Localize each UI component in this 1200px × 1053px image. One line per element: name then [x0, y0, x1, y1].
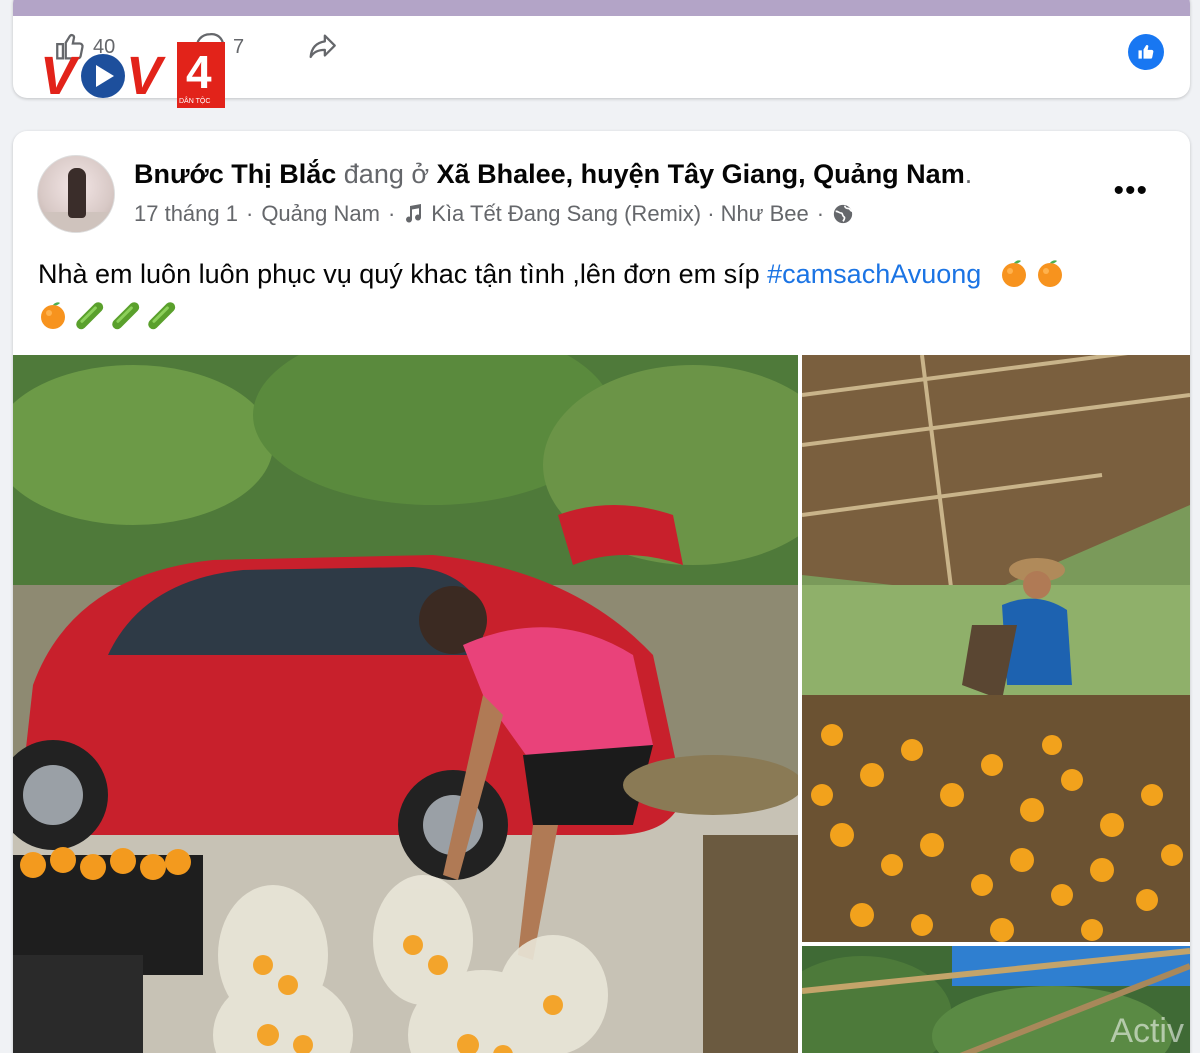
tangerine-icon — [41, 302, 65, 329]
post-photo-2[interactable] — [802, 355, 1190, 942]
comment-count: 7 — [233, 35, 245, 58]
post-header: Bnước Thị Blắc đang ở Xã Bhalee, huyện T… — [134, 159, 973, 189]
check-in-place[interactable]: Xã Bhalee, huyện Tây Giang, Quảng Nam — [437, 159, 965, 189]
author-avatar[interactable] — [37, 155, 115, 233]
like-reaction-badge[interactable] — [1128, 34, 1164, 70]
hashtag-link[interactable]: #camsachAvuong — [767, 259, 981, 289]
post-music[interactable]: Kìa Tết Đang Sang (Remix) · Như Bee — [431, 201, 808, 227]
cucumber-icon — [112, 302, 140, 330]
post-meta: 17 tháng 1 · Quảng Nam · Kìa Tết Đang Sa… — [134, 201, 854, 227]
previous-post-media-strip — [13, 0, 1190, 16]
thumb-up-icon — [1138, 44, 1154, 59]
post-date[interactable]: 17 tháng 1 — [134, 201, 238, 227]
globe-icon[interactable] — [832, 203, 854, 225]
svg-text:DÂN TỘC: DÂN TỘC — [179, 96, 210, 105]
svg-text:V: V — [126, 46, 166, 106]
post-body: Nhà em luôn luôn phục vụ quý khac tận tì… — [38, 259, 768, 289]
music-note-icon — [406, 204, 422, 223]
check-in-text: đang ở — [336, 159, 437, 189]
photo-packing-oranges — [13, 355, 798, 1053]
post-photo-3[interactable]: Activ — [802, 946, 1190, 1053]
post-card: Bnước Thị Blắc đang ở Xã Bhalee, huyện T… — [13, 131, 1190, 1053]
photo-sorting-oranges — [802, 355, 1190, 942]
svg-text:4: 4 — [186, 46, 212, 98]
more-options-button[interactable]: ••• — [1113, 176, 1148, 206]
author-name[interactable]: Bnước Thị Blắc — [134, 159, 336, 189]
post-location[interactable]: Quảng Nam — [261, 201, 380, 227]
vov4-logo: V V 4 DÂN TỘC — [40, 42, 225, 108]
svg-text:V: V — [40, 46, 80, 106]
cucumber-icon — [76, 302, 104, 330]
tangerine-icon — [1001, 260, 1026, 287]
cucumber-icon — [148, 302, 176, 330]
share-arrow-icon — [309, 34, 336, 59]
post-photo-1[interactable] — [13, 355, 798, 1053]
tangerine-icon — [1037, 260, 1062, 287]
activation-watermark: Activ — [1110, 1012, 1184, 1050]
share-action[interactable] — [305, 30, 339, 64]
post-text: Nhà em luôn luôn phục vụ quý khac tận tì… — [38, 253, 1168, 337]
